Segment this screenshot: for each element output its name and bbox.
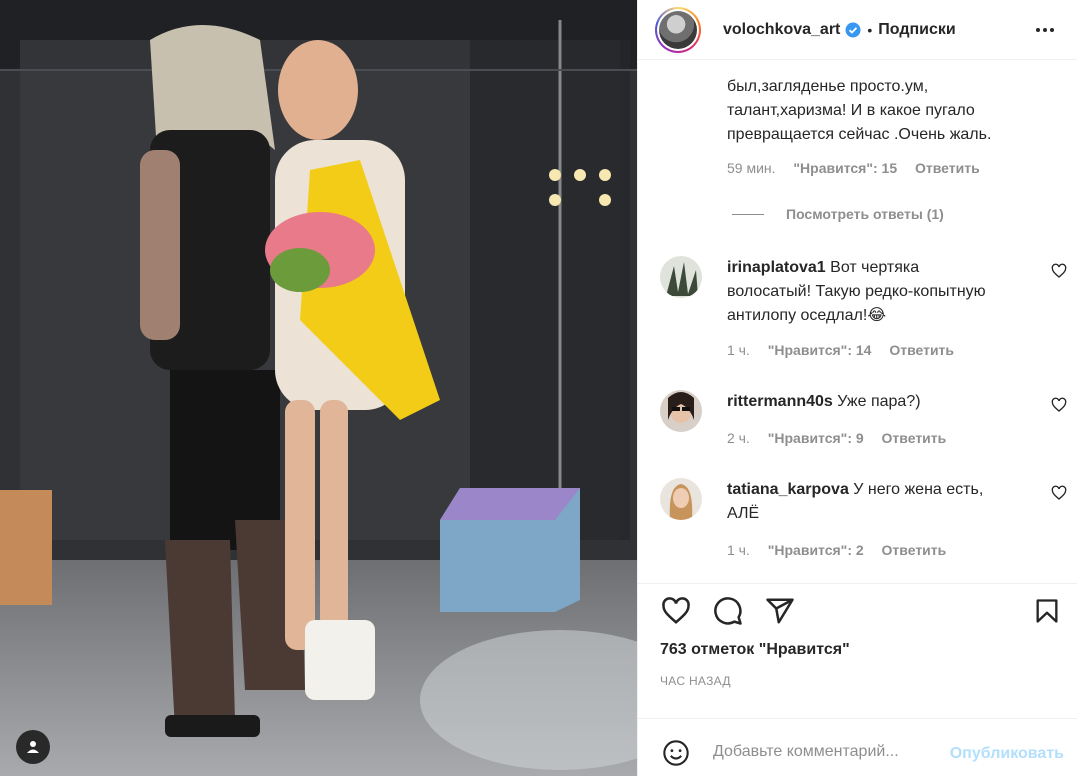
post-time: ЧАС НАЗАД [660,674,731,688]
comment-icon[interactable] [712,596,744,626]
reply-button[interactable]: Ответить [882,430,947,446]
post-header: volochkova_art • Подписки [638,0,1077,60]
verified-badge-icon [845,22,861,37]
commenter-username[interactable]: tatiana_karpova [727,481,849,498]
top-comment-text: был,загляденье просто.ум, талант,харизма… [727,78,992,143]
following-button[interactable]: Подписки [878,21,955,39]
comment-meta: 2 ч. "Нравится": 9 Ответить [727,430,947,446]
author-username[interactable]: volochkova_art [723,21,840,39]
commenter-avatar[interactable] [660,478,702,520]
top-comment-meta: 59 мин. "Нравится": 15 Ответить [727,160,994,176]
emoji-icon[interactable] [662,739,690,767]
comment-like-heart-icon[interactable] [1051,263,1067,279]
bookmark-icon[interactable] [1033,596,1061,626]
comment-meta: 1 ч. "Нравится": 2 Ответить [727,542,947,558]
commenter-avatar[interactable] [660,390,702,432]
photo-illustration [0,0,637,776]
commenter-username[interactable]: rittermann40s [727,393,833,410]
comment-text: Уже пара?) [837,393,921,410]
heart-icon[interactable] [660,596,692,626]
commenter-avatar[interactable] [660,256,702,298]
share-icon[interactable] [764,596,796,626]
comment-meta: 1 ч. "Нравится": 14 Ответить [727,342,955,358]
user-icon [27,741,39,753]
publish-button[interactable]: Опубликовать [950,745,1064,763]
reply-button[interactable]: Ответить [915,160,980,176]
post-actions: 763 отметок "Нравится" ЧАС НАЗАД [638,583,1077,718]
reply-button[interactable]: Ответить [882,542,947,558]
post-photo[interactable] [0,0,637,776]
view-replies-button[interactable]: Посмотреть ответы (1) [732,206,944,222]
comment-input[interactable] [713,743,933,761]
comment-time: 59 мин. [727,160,776,176]
more-horizontal-icon[interactable] [1034,19,1056,41]
author-avatar[interactable] [655,6,701,53]
comment-likes[interactable]: "Нравится": 15 [793,160,897,176]
post-sidebar: volochkova_art • Подписки был,загляденье… [637,0,1077,776]
comment-like-heart-icon[interactable] [1051,397,1067,413]
likes-count[interactable]: 763 отметок "Нравится" [660,641,850,659]
tagged-users-button[interactable] [16,730,50,764]
commenter-username[interactable]: irinaplatova1 [727,259,826,276]
reply-button[interactable]: Ответить [889,342,954,358]
comment-like-heart-icon[interactable] [1051,485,1067,501]
comments-list[interactable]: был,загляденье просто.ум, талант,харизма… [638,60,1077,582]
header-separator: • [867,21,873,38]
add-comment-bar: Опубликовать [638,718,1077,776]
